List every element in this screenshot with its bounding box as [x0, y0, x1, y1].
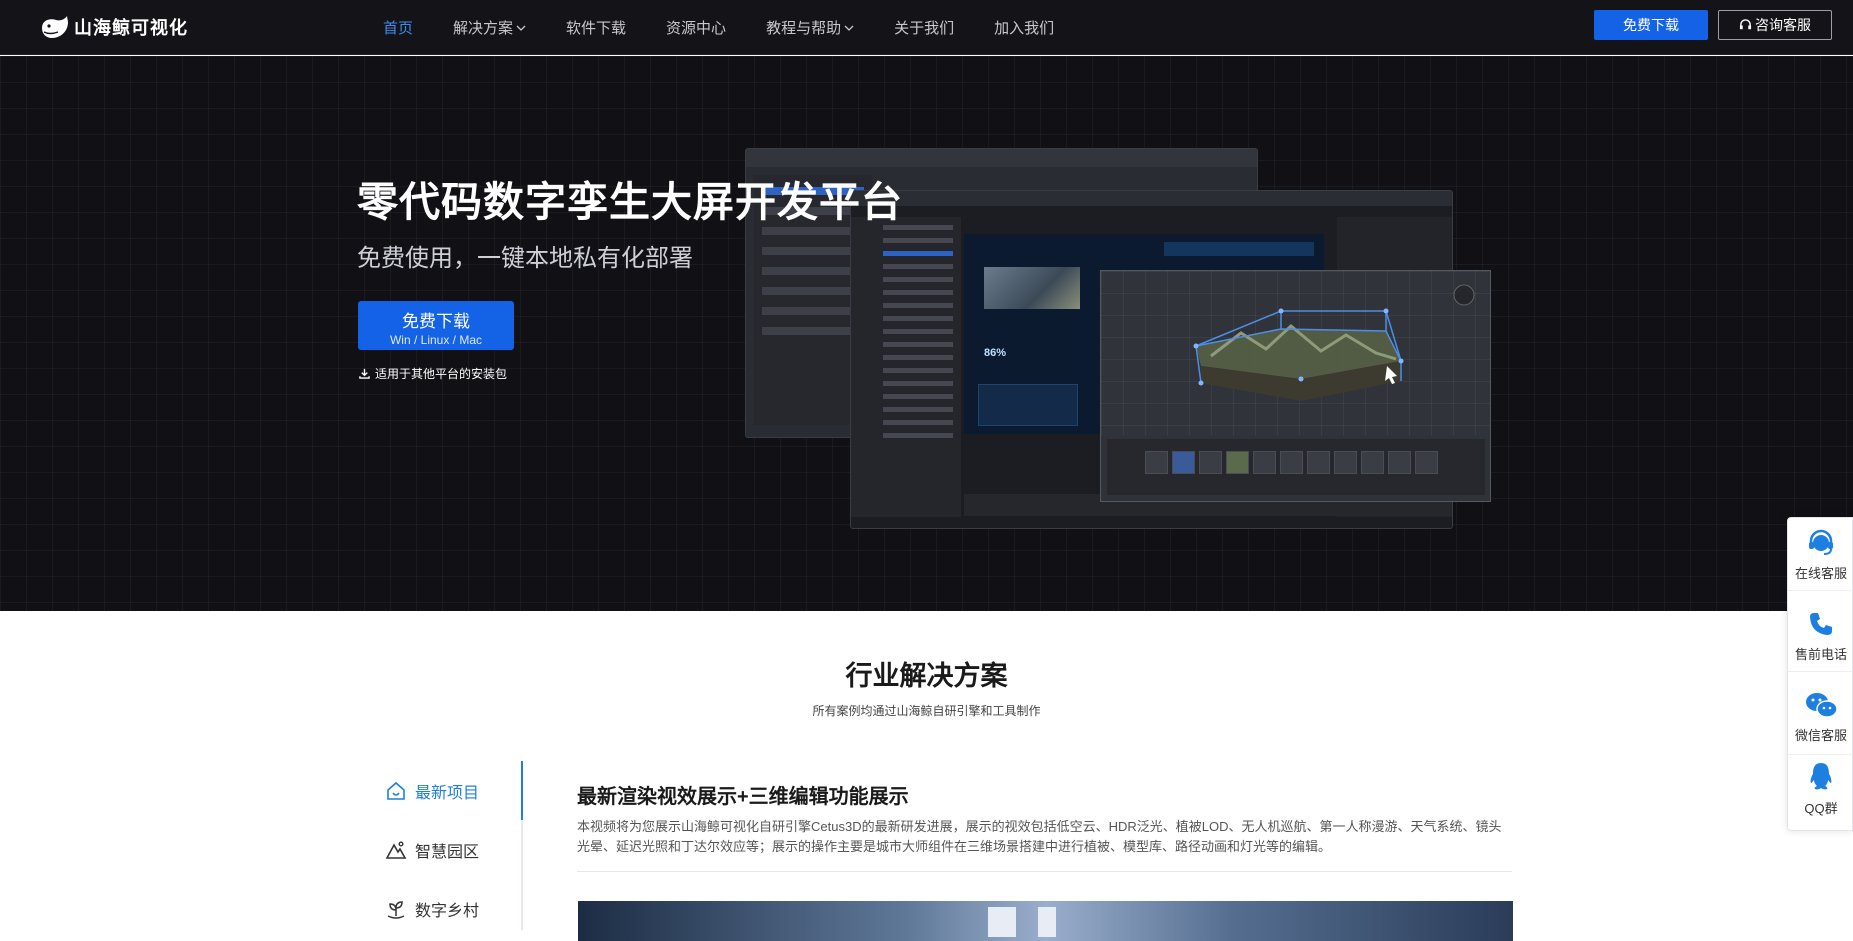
nav-label: 关于我们: [894, 20, 955, 37]
mockup-3d-viewport: [1101, 271, 1490, 436]
qq-icon: [1810, 763, 1832, 790]
tab-smart-park[interactable]: 智慧园区: [373, 820, 521, 879]
mockup-layer-list: [851, 217, 961, 517]
download-icon: [359, 368, 370, 379]
chevron-down-icon: [844, 25, 854, 31]
nav-consult-button[interactable]: 咨询客服: [1718, 10, 1832, 40]
headset-icon: [1809, 529, 1833, 555]
nav-item-download[interactable]: 软件下载: [566, 17, 626, 38]
nav-item-about[interactable]: 关于我们: [894, 17, 954, 38]
hero-banner: 86% 零代码数字孪生大屏开发平台 免费使用，一键本地私有化部署 免费下载 Wi…: [0, 56, 1853, 611]
dashboard-photo: [984, 267, 1080, 309]
nav-label: 资源中心: [666, 20, 727, 37]
tab-label: 智慧园区: [415, 843, 480, 861]
case-title: 最新渲染视效展示+三维编辑功能展示: [577, 786, 909, 808]
case-video[interactable]: [578, 901, 1513, 941]
nav-label: 首页: [383, 20, 414, 37]
dashboard-banner: [1164, 242, 1314, 256]
divider: [1788, 590, 1853, 591]
terrain-model: [1193, 284, 1475, 401]
hero-download-platforms: Win / Linux / Mac: [389, 333, 483, 347]
phone-icon: [1810, 613, 1832, 635]
nav-item-tutorials[interactable]: 教程与帮助: [766, 17, 854, 38]
mockup-3d-window: [1100, 270, 1491, 502]
hero-subtitle: 免费使用，一键本地私有化部署: [357, 245, 693, 272]
other-platforms-label: 适用于其他平台的安装包: [375, 367, 508, 381]
divider: [577, 871, 1512, 872]
video-building: [988, 907, 1016, 937]
chevron-down-icon: [516, 25, 526, 31]
dashboard-percent: 86%: [984, 347, 1007, 359]
hero-title: 零代码数字孪生大屏开发平台: [357, 179, 903, 225]
dashboard-panel: [978, 384, 1078, 426]
other-platforms-link[interactable]: 适用于其他平台的安装包: [359, 365, 507, 382]
mockup-asset-tray: [1107, 439, 1485, 495]
qq-group-button[interactable]: QQ群: [1788, 760, 1853, 818]
brand-name: 山海鲸可视化: [74, 18, 188, 38]
case-description: 本视频将为您展示山海鲸可视化自研引擎Cetus3D的最新研发进展，展示的视效包括…: [577, 819, 1502, 854]
nav-item-solutions[interactable]: 解决方案: [453, 17, 526, 38]
divider: [1788, 671, 1853, 672]
main-menu: 首页 解决方案 软件下载 资源中心 教程与帮助 关于我们 加入我们: [383, 0, 1094, 55]
presales-phone-button[interactable]: 售前电话: [1788, 608, 1853, 664]
tab-latest-projects[interactable]: 最新项目: [373, 761, 523, 820]
hero-download-button[interactable]: 免费下载 Win / Linux / Mac: [358, 301, 514, 350]
window-titlebar: [851, 191, 1452, 206]
video-building: [1038, 907, 1056, 937]
top-nav: 山海鲸可视化 首页 解决方案 软件下载 资源中心 教程与帮助 关于我们 加入我们…: [0, 0, 1853, 55]
float-label: 售前电话: [1794, 647, 1847, 662]
sprout-icon: [387, 900, 405, 919]
wechat-service-button[interactable]: 微信客服: [1788, 689, 1853, 745]
float-label: QQ群: [1804, 801, 1838, 816]
nav-label: 教程与帮助: [766, 20, 842, 37]
nav-label: 解决方案: [453, 20, 514, 37]
nav-download-button[interactable]: 免费下载: [1594, 10, 1708, 40]
solutions-title: 行业解决方案: [845, 661, 1008, 691]
nav-item-resources[interactable]: 资源中心: [666, 17, 726, 38]
window-titlebar: [746, 149, 1257, 167]
tab-label: 最新项目: [415, 784, 480, 802]
consult-label: 咨询客服: [1755, 17, 1811, 33]
home-icon: [387, 781, 405, 800]
divider: [1788, 754, 1853, 755]
solutions-tabs: 最新项目 智慧园区 数字乡村: [373, 761, 523, 930]
float-label: 在线客服: [1794, 566, 1847, 581]
online-service-button[interactable]: 在线客服: [1788, 527, 1853, 583]
solutions-subtitle: 所有案例均通过山海鲸自研引擎和工具制作: [812, 704, 1041, 718]
brand-logo[interactable]: 山海鲸可视化: [40, 8, 188, 46]
nav-item-join[interactable]: 加入我们: [994, 17, 1054, 38]
nav-label: 加入我们: [994, 20, 1055, 37]
nav-label: 软件下载: [566, 20, 627, 37]
tab-digital-village[interactable]: 数字乡村: [373, 879, 521, 938]
mountain-icon: [385, 841, 407, 859]
tab-label: 数字乡村: [415, 902, 480, 920]
hero-download-label: 免费下载: [402, 312, 470, 331]
float-label: 微信客服: [1794, 728, 1847, 743]
wechat-icon: [1806, 693, 1838, 718]
headset-icon: [1739, 18, 1752, 29]
whale-logo-icon: [42, 16, 68, 38]
floating-contact-bar: 在线客服 售前电话 微信客服 QQ群: [1787, 517, 1853, 831]
nav-item-home[interactable]: 首页: [383, 17, 413, 38]
